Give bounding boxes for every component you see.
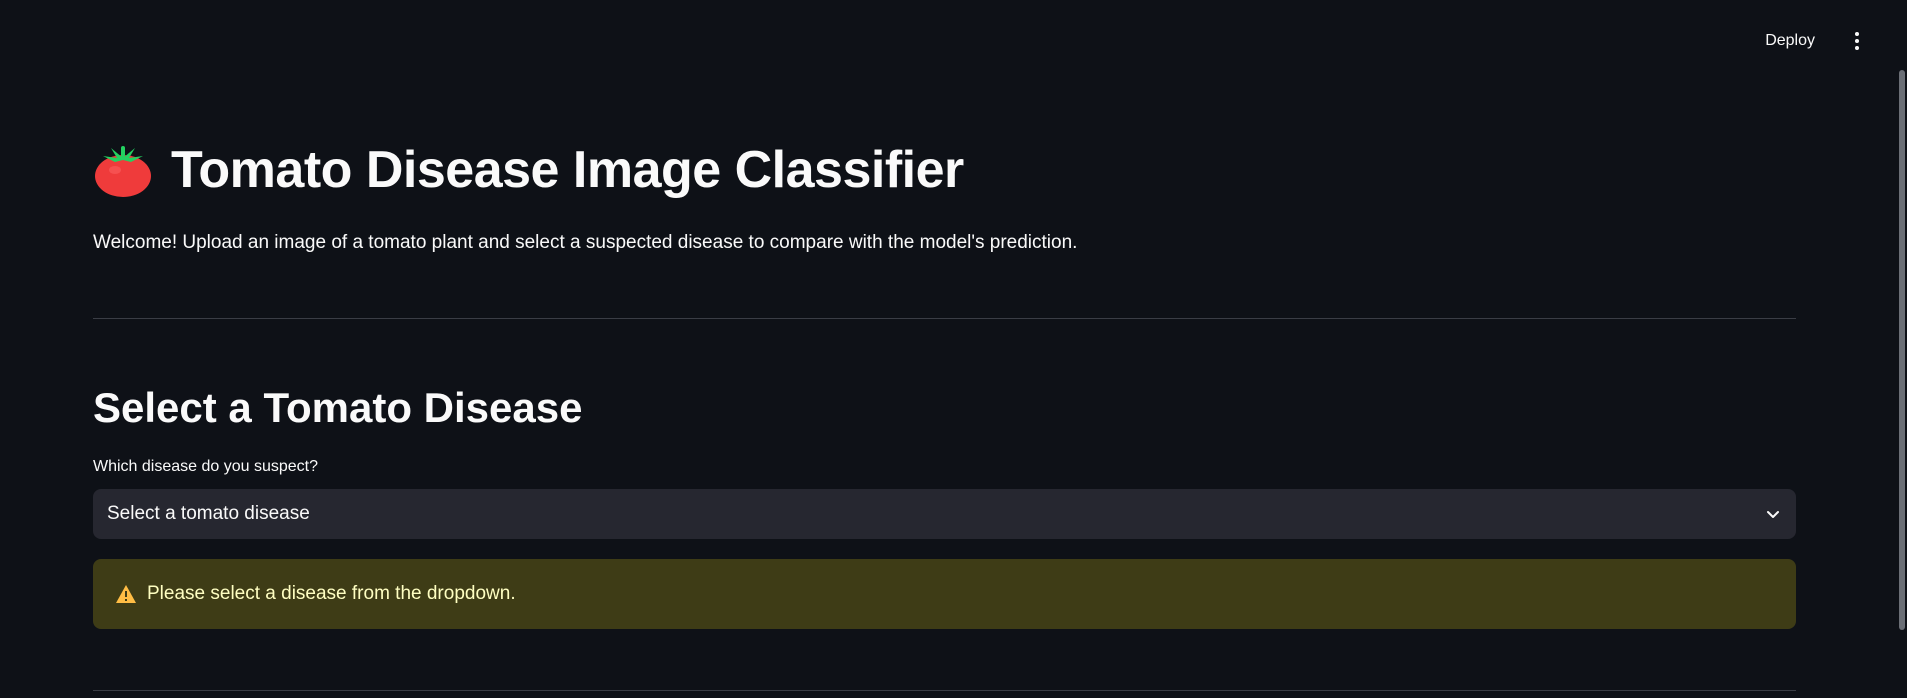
section-title: Select a Tomato Disease: [93, 384, 583, 431]
divider: [93, 690, 1796, 691]
warning-icon: [115, 584, 137, 604]
divider: [93, 318, 1796, 319]
app-root: Deploy Tomato Disease Image Classifier W…: [0, 0, 1907, 698]
menu-dot: [1855, 46, 1859, 50]
tomato-icon: [93, 142, 153, 198]
welcome-text: Welcome! Upload an image of a tomato pla…: [93, 232, 1078, 253]
disease-select-label: Which disease do you suspect?: [93, 458, 319, 475]
disease-select-value: Select a tomato disease: [107, 503, 310, 524]
page-title: Tomato Disease Image Classifier: [171, 141, 964, 199]
deploy-button[interactable]: Deploy: [1755, 26, 1825, 56]
title-row: Tomato Disease Image Classifier: [93, 140, 964, 200]
scrollbar[interactable]: [1895, 0, 1907, 698]
top-header: Deploy: [1755, 24, 1867, 58]
menu-dot: [1855, 39, 1859, 43]
warning-alert: Please select a disease from the dropdow…: [93, 559, 1796, 629]
chevron-down-icon[interactable]: [1764, 505, 1782, 523]
warning-text: Please select a disease from the dropdow…: [147, 583, 516, 604]
disease-select[interactable]: Select a tomato disease: [93, 489, 1796, 539]
scrollbar-thumb[interactable]: [1899, 70, 1905, 630]
menu-dot: [1855, 32, 1859, 36]
more-vertical-icon[interactable]: [1847, 26, 1867, 56]
